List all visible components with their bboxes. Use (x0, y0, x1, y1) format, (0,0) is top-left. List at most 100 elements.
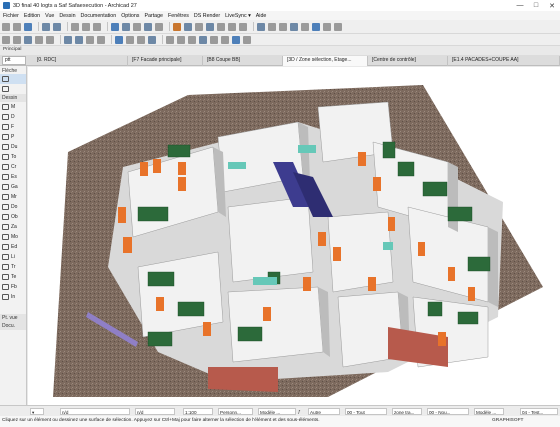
menu-livesync[interactable]: LiveSync ▾ (225, 13, 251, 19)
roof-tool-icon[interactable] (46, 35, 54, 44)
tab-rdc[interactable]: [0. RDC] (33, 56, 128, 66)
settings-icon[interactable] (334, 22, 342, 31)
text-tool-icon[interactable] (177, 35, 185, 44)
renovation-filter-select[interactable]: 00 - Tout (345, 408, 387, 415)
snap-guide-icon[interactable] (144, 22, 152, 31)
stair-tool-icon[interactable] (86, 35, 94, 44)
window-tool-icon[interactable] (75, 35, 83, 44)
undo-field-b[interactable]: n/d (135, 408, 175, 415)
tab-facades-coupe[interactable]: [E1.4 PACADES+COUPE AA] (448, 56, 560, 66)
toolbox-item[interactable]: M (0, 102, 26, 112)
grid-icon[interactable] (155, 22, 163, 31)
menu-fenetres[interactable]: Fenêtres (168, 13, 189, 19)
menu-edition[interactable]: Edition (24, 13, 40, 19)
scale-select[interactable]: 1:100 (183, 408, 213, 415)
toolbox-item[interactable]: F (0, 122, 26, 132)
open-file-icon[interactable] (13, 22, 21, 31)
menu-aide[interactable]: Aide (256, 13, 267, 19)
paste-icon[interactable] (93, 22, 101, 31)
zoom-in-icon[interactable] (217, 22, 225, 31)
railing-tool-icon[interactable] (97, 35, 105, 44)
label-tool-icon[interactable] (188, 35, 196, 44)
fill-tool-icon[interactable] (199, 35, 207, 44)
line-tool-icon[interactable] (210, 35, 218, 44)
measure-icon[interactable] (206, 22, 214, 31)
3d-viewport[interactable] (28, 67, 560, 405)
arc-tool-icon[interactable] (221, 35, 229, 44)
tab-centre-de-controle[interactable]: [Centre de contrôle] (368, 56, 448, 66)
toolbox-item[interactable]: In (0, 292, 26, 302)
beam-tool-icon[interactable] (24, 35, 32, 44)
toolbox-item[interactable]: To (0, 152, 26, 162)
tab-3d-view[interactable]: [3D / Zone sélection, Etage... (283, 56, 368, 66)
arrow-tool-icon[interactable] (111, 22, 119, 31)
morph-tool-icon[interactable] (115, 35, 123, 44)
publish-icon[interactable] (323, 22, 331, 31)
quick-options-select[interactable]: ▾ (30, 408, 44, 415)
save-icon[interactable] (24, 22, 32, 31)
toolbox-item[interactable]: Tr (0, 262, 26, 272)
toolbox-item[interactable]: Mr (0, 192, 26, 202)
fit-window-icon[interactable] (239, 22, 247, 31)
toolbox-item[interactable]: D (0, 112, 26, 122)
toolbox-footer-viewpoint[interactable]: Pt. vue (0, 314, 26, 322)
menu-documentation[interactable]: Documentation (81, 13, 117, 19)
toolbox-item[interactable]: Ob (0, 212, 26, 222)
zoom-out-icon[interactable] (228, 22, 236, 31)
toolbox-item[interactable]: P (0, 132, 26, 142)
tab-facade-principale[interactable]: [F7 Facade principale] (128, 56, 203, 66)
layers-icon[interactable] (184, 22, 192, 31)
3d-style-icon[interactable] (243, 35, 251, 44)
pen-set-select[interactable]: Modèle ... (258, 408, 296, 415)
layer-combination-status-select[interactable]: 04 - Test... (520, 408, 558, 415)
menu-fichier[interactable]: Fichier (3, 13, 19, 19)
toolbox-item[interactable]: Es (0, 172, 26, 182)
teamwork-icon[interactable] (312, 22, 320, 31)
zone-tool-icon[interactable] (137, 35, 145, 44)
orbit-icon[interactable] (257, 22, 265, 31)
toolbox-item[interactable]: Mo (0, 232, 26, 242)
arrow-tool[interactable] (0, 74, 26, 84)
object-tool-icon[interactable] (126, 35, 134, 44)
menu-partage[interactable]: Partage (144, 13, 163, 19)
dimension-tool-icon[interactable] (166, 35, 174, 44)
marquee-tool[interactable] (0, 84, 26, 94)
toolbox-item[interactable]: Du (0, 142, 26, 152)
slab-tool-icon[interactable] (35, 35, 43, 44)
render-icon[interactable] (173, 22, 181, 31)
redo-icon[interactable] (53, 22, 61, 31)
toolbox-item[interactable]: Li (0, 252, 26, 262)
column-tool-icon[interactable] (13, 35, 21, 44)
toolbox-item[interactable]: Te (0, 272, 26, 282)
maximize-button[interactable]: □ (528, 0, 544, 11)
menu-vue[interactable]: Vue (45, 13, 54, 19)
copy-icon[interactable] (82, 22, 90, 31)
new-file-icon[interactable] (2, 22, 10, 31)
menu-options[interactable]: Options (121, 13, 139, 19)
mesh-tool-icon[interactable] (148, 35, 156, 44)
marquee-tool-icon[interactable] (122, 22, 130, 31)
partial-structure-select[interactable]: 00 - Nou... (427, 408, 469, 415)
graphic-override-select[interactable]: zone tra... (392, 408, 422, 415)
tab-coupe-bb[interactable]: [B8 Coupe BB] (203, 56, 283, 66)
door-tool-icon[interactable] (64, 35, 72, 44)
trace-icon[interactable] (195, 22, 203, 31)
toolbox-footer-documentation[interactable]: Docu. (0, 322, 26, 330)
magic-wand-icon[interactable] (133, 22, 141, 31)
toolbox-item[interactable]: Ga (0, 182, 26, 192)
menu-ds-render[interactable]: DS Render (194, 13, 220, 19)
menu-dessin[interactable]: Dessin (59, 13, 75, 19)
cut-plane-icon[interactable] (232, 35, 240, 44)
view-3d-icon[interactable] (290, 22, 298, 31)
toolbox-item[interactable]: Ed (0, 242, 26, 252)
dimension-style-select[interactable]: Modèle ... (474, 408, 504, 415)
cut-icon[interactable] (71, 22, 79, 31)
close-button[interactable]: ✕ (544, 0, 560, 11)
undo-icon[interactable] (42, 22, 50, 31)
toolbox-item[interactable]: Za (0, 222, 26, 232)
structure-display-select[interactable]: Autre (308, 408, 340, 415)
toolbox-item[interactable]: Cr (0, 162, 26, 172)
undo-field-a[interactable]: n/d (60, 408, 130, 415)
window-tile-icon[interactable] (301, 22, 309, 31)
minimize-button[interactable]: — (512, 0, 528, 11)
